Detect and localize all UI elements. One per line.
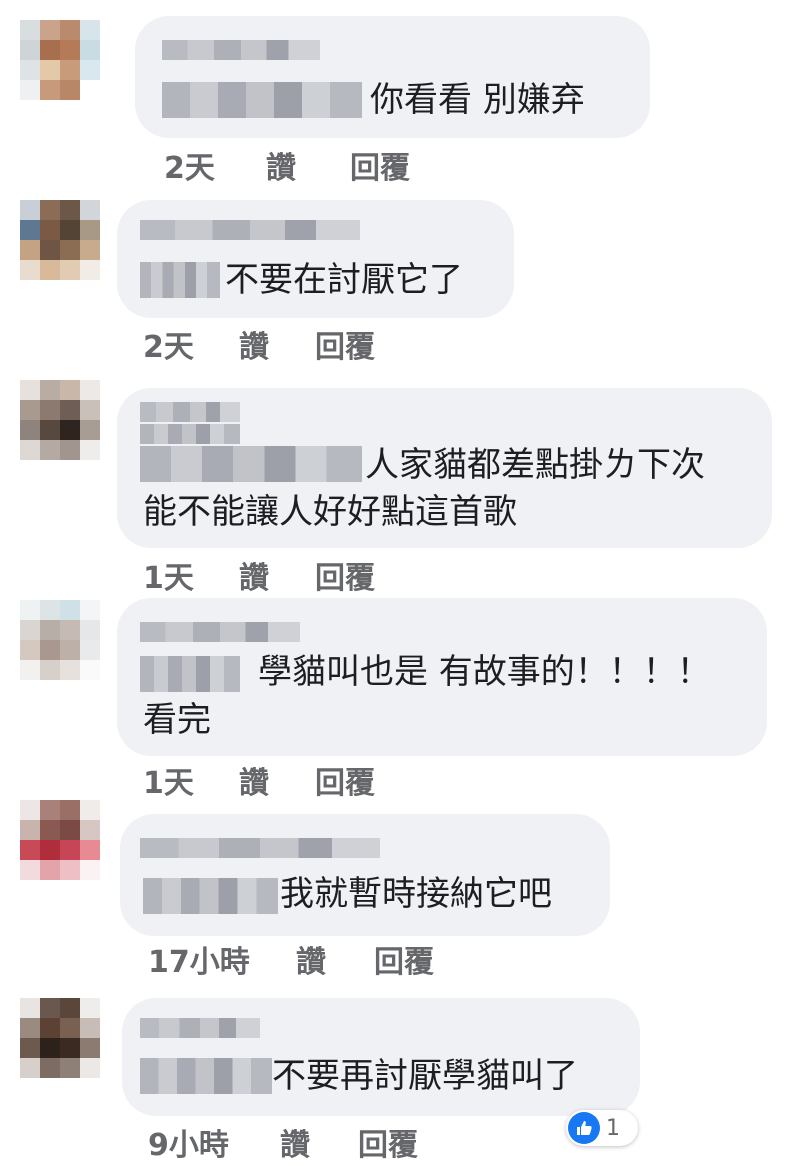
avatar[interactable] xyxy=(20,200,100,280)
reply-button[interactable]: 回覆 xyxy=(315,322,375,366)
like-button[interactable]: 讚 xyxy=(266,143,296,187)
timestamp[interactable]: 17小時 xyxy=(148,937,250,981)
reply-button[interactable]: 回覆 xyxy=(358,1120,418,1164)
comment-text-line-1: 人家貓都差點掛ㄌ下次 xyxy=(365,445,705,485)
avatar[interactable] xyxy=(20,800,100,880)
comment-bubble xyxy=(117,200,514,318)
comment-text-line-2: 看完 xyxy=(143,700,211,740)
like-button[interactable]: 讚 xyxy=(239,322,269,366)
reaction-count: 1 xyxy=(606,1115,620,1141)
reply-button[interactable]: 回覆 xyxy=(350,143,410,187)
reaction-badge[interactable]: 1 xyxy=(566,1110,638,1146)
commenter-name[interactable] xyxy=(162,40,320,60)
tagged-user[interactable] xyxy=(140,1058,272,1094)
like-button[interactable]: 讚 xyxy=(280,1120,310,1164)
commenter-name-2[interactable] xyxy=(140,424,240,444)
like-button[interactable]: 讚 xyxy=(296,937,326,981)
comment-text: 我就暫時接納它吧 xyxy=(280,874,552,914)
tagged-user[interactable] xyxy=(140,446,362,482)
commenter-name[interactable] xyxy=(140,838,380,858)
comment-text: 不要在討厭它了 xyxy=(225,260,463,300)
avatar[interactable] xyxy=(20,380,100,460)
avatar[interactable] xyxy=(20,998,100,1078)
timestamp[interactable]: 2天 xyxy=(164,143,215,187)
comment-text: 你看看 別嫌弃 xyxy=(370,80,585,120)
reply-button[interactable]: 回覆 xyxy=(374,937,434,981)
comment-text-line-2: 能不能讓人好好點這首歌 xyxy=(143,492,517,532)
timestamp[interactable]: 2天 xyxy=(143,322,194,366)
commenter-name[interactable] xyxy=(140,402,240,422)
comment-text: 不要再討厭學貓叫了 xyxy=(272,1056,578,1096)
reply-button[interactable]: 回覆 xyxy=(315,553,375,597)
comment-actions: 9小時 讚 回覆 xyxy=(148,1120,468,1163)
tagged-user[interactable] xyxy=(140,262,220,298)
comment-actions: 17小時 讚 回覆 xyxy=(148,937,468,980)
commenter-name[interactable] xyxy=(140,622,300,642)
thumbs-up-icon xyxy=(568,1112,600,1144)
avatar[interactable] xyxy=(20,600,100,680)
commenter-name[interactable] xyxy=(140,220,360,240)
timestamp[interactable]: 9小時 xyxy=(148,1120,229,1164)
timestamp[interactable]: 1天 xyxy=(143,758,194,802)
timestamp[interactable]: 1天 xyxy=(143,553,194,597)
commenter-name[interactable] xyxy=(140,1018,260,1038)
reply-button[interactable]: 回覆 xyxy=(315,758,375,802)
comment-actions: 1天 讚 回覆 xyxy=(143,758,443,801)
comment-text-line-1: 學貓叫也是 有故事的！！！！ xyxy=(258,652,711,692)
like-button[interactable]: 讚 xyxy=(239,758,269,802)
avatar[interactable] xyxy=(20,20,100,100)
tagged-user[interactable] xyxy=(143,878,278,914)
tagged-user[interactable] xyxy=(140,656,240,692)
like-button[interactable]: 讚 xyxy=(239,553,269,597)
comment-actions: 1天 讚 回覆 xyxy=(143,553,443,596)
comment-actions: 2天 讚 回覆 xyxy=(143,322,443,365)
tagged-user[interactable] xyxy=(162,82,362,118)
comment-actions: 2天 讚 回覆 xyxy=(164,143,464,186)
